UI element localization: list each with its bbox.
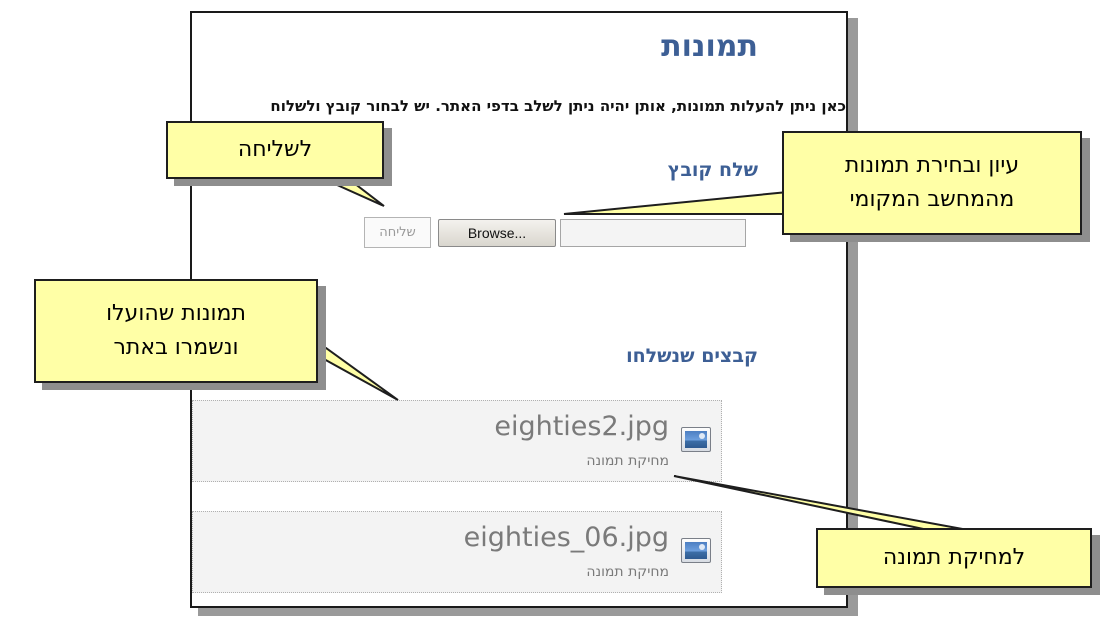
browse-callout-tail: [563, 190, 789, 215]
delete-callout-text: למחיקת תמונה: [882, 545, 1026, 570]
send-callout-text: לשליחה: [237, 137, 313, 162]
delete-callout-tail: [673, 475, 969, 531]
send-callout: לשליחה: [166, 121, 384, 179]
browse-callout-line2: מהמחשב המקומי: [849, 187, 1015, 212]
browse-callout-line1: עיון ובחירת תמונות: [844, 153, 1020, 178]
browse-callout: עיון ובחירת תמונות מהמחשב המקומי: [782, 131, 1082, 235]
uploaded-callout: תמונות שהועלו ונשמרו באתר: [34, 279, 318, 383]
uploaded-callout-line2: ונשמרו באתר: [113, 335, 239, 360]
delete-callout: למחיקת תמונה: [816, 528, 1092, 588]
uploaded-callout-line1: תמונות שהועלו: [106, 301, 246, 326]
